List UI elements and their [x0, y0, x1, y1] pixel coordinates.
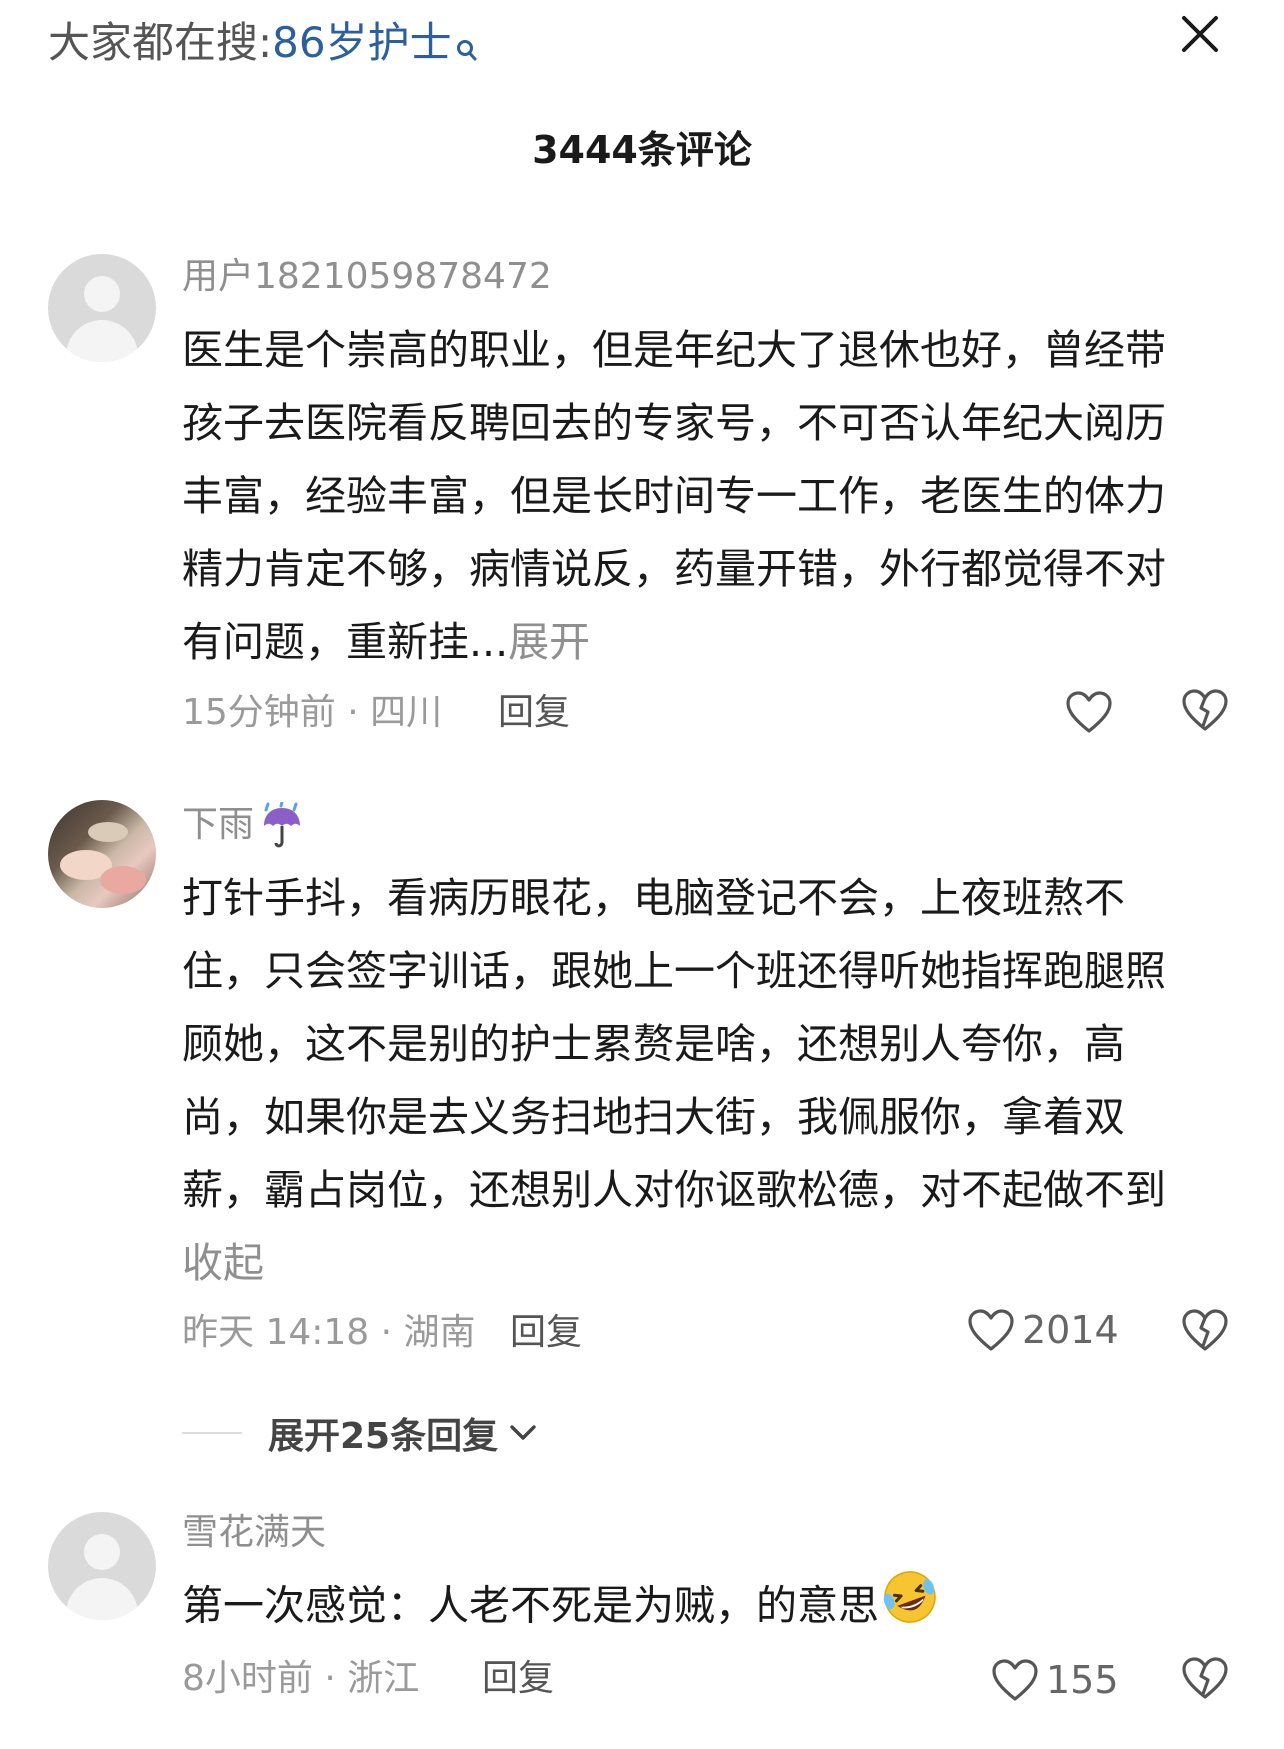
- comment-meta: 8小时前 · 浙江: [182, 1658, 420, 1699]
- umbrella-with-rain-icon: [258, 800, 306, 866]
- search-hint[interactable]: 大家都在搜:86岁护士: [48, 14, 478, 80]
- comment-text: 打针手抖，看病历眼花，电脑登记不会，上夜班熬不住，只会签字训话，跟她上一个班还得…: [182, 862, 1192, 1300]
- comment-body: 第一次感觉：人老不死是为贼，的意思: [182, 1581, 879, 1630]
- expand-replies-label: 展开25条回复: [268, 1416, 499, 1457]
- avatar[interactable]: [48, 1512, 156, 1620]
- username-text: 下雨: [182, 804, 255, 845]
- close-icon: [1182, 16, 1218, 52]
- reply-button[interactable]: 回复: [510, 1308, 582, 1358]
- like-count: 2014: [1022, 1308, 1119, 1352]
- heart-icon: [1066, 691, 1112, 733]
- like-button[interactable]: 155: [990, 1652, 1119, 1708]
- comment-text: 第一次感觉：人老不死是为贼，的意思: [182, 1568, 1192, 1649]
- expand-text-button[interactable]: 展开: [508, 618, 590, 666]
- chevron-down-icon: [510, 1425, 536, 1440]
- username[interactable]: 用户1821059878472: [182, 252, 552, 302]
- comment-text: 医生是个崇高的职业，但是年纪大了退休也好，曾经带孩子去医院看反聘回去的专家号，不…: [182, 314, 1192, 679]
- username[interactable]: 下雨: [182, 800, 306, 866]
- reply-button[interactable]: 回复: [498, 688, 570, 738]
- broken-heart-icon: [1182, 689, 1228, 731]
- dislike-button[interactable]: [1180, 1306, 1230, 1356]
- dislike-button[interactable]: [1180, 1654, 1230, 1704]
- avatar[interactable]: [48, 254, 156, 362]
- like-button[interactable]: 2014: [966, 1302, 1119, 1358]
- broken-heart-icon: [1182, 1657, 1228, 1699]
- username[interactable]: 雪花满天: [182, 1508, 326, 1558]
- comment-body: 医生是个崇高的职业，但是年纪大了退休也好，曾经带孩子去医院看反聘回去的专家号，不…: [182, 326, 1166, 666]
- heart-icon: [992, 1659, 1038, 1701]
- like-count: 155: [1046, 1658, 1119, 1702]
- expand-replies-button[interactable]: 展开25条回复: [182, 1408, 540, 1458]
- comment-meta: 昨天 14:18 · 湖南: [182, 1312, 476, 1353]
- search-hint-keyword[interactable]: 86岁护士: [272, 18, 451, 67]
- like-button[interactable]: [1064, 684, 1120, 740]
- collapse-text-button[interactable]: 收起: [182, 1239, 264, 1287]
- rolling-on-floor-laughing-emoji: [881, 1568, 939, 1649]
- broken-heart-icon: [1182, 1309, 1228, 1351]
- divider-line: [182, 1432, 242, 1434]
- comment-count-title: 3444条评论: [532, 128, 752, 172]
- top-bar: 大家都在搜:86岁护士: [0, 0, 1284, 90]
- comment-meta: 15分钟前 · 四川: [182, 692, 443, 733]
- close-button[interactable]: [1172, 6, 1228, 62]
- heart-icon: [968, 1309, 1014, 1351]
- search-icon: [456, 22, 478, 80]
- search-hint-prefix: 大家都在搜:: [48, 18, 273, 67]
- reply-button[interactable]: 回复: [482, 1654, 554, 1704]
- avatar[interactable]: [48, 800, 156, 908]
- dislike-button[interactable]: [1180, 686, 1230, 736]
- comment-body: 打针手抖，看病历眼花，电脑登记不会，上夜班熬不住，只会签字训话，跟她上一个班还得…: [182, 874, 1166, 1214]
